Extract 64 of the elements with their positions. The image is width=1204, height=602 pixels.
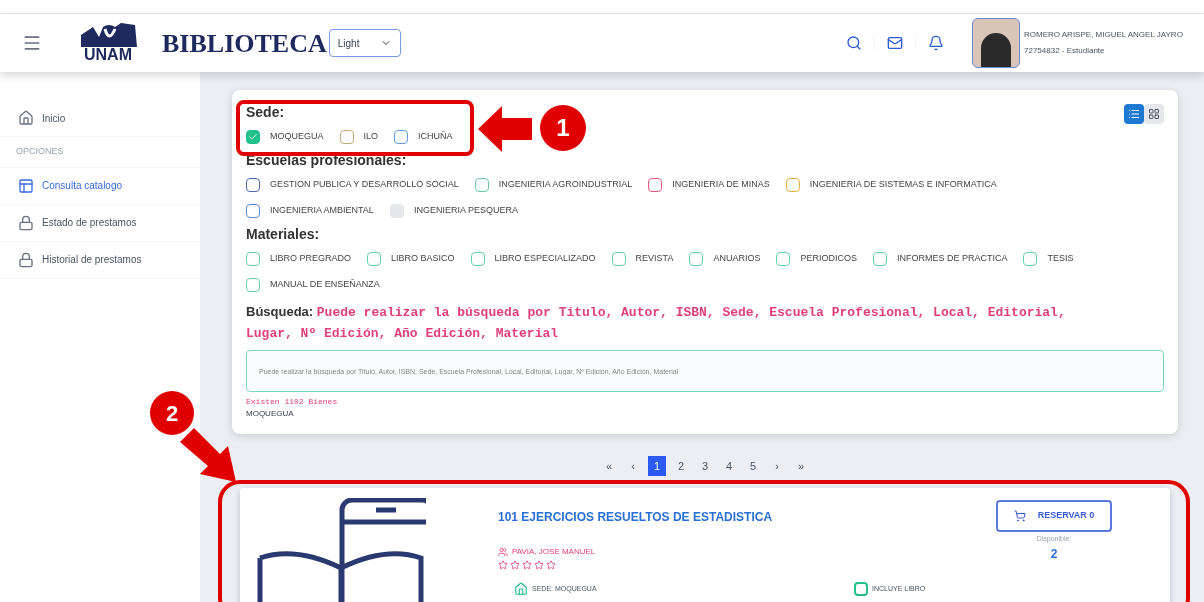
list-view-button[interactable] (1124, 104, 1144, 124)
filter-checkbox[interactable]: INGENIERIA AGROINDUSTRIAL (474, 172, 633, 198)
star-icon (546, 560, 556, 570)
filter-checkbox[interactable]: ANUARIOS (689, 246, 761, 272)
filter-checkbox[interactable]: INFORMES DE PRACTICA (872, 246, 1008, 272)
page-link[interactable]: 1 (648, 456, 666, 476)
page-link[interactable]: 2 (672, 456, 690, 476)
lock-icon (18, 214, 34, 231)
page-link[interactable]: » (792, 456, 810, 476)
filter-heading: Escuelas profesionales: (246, 151, 407, 170)
filter-checkbox[interactable]: INGENIERIA DE MINAS (648, 172, 770, 198)
filter-heading: Materiales: (246, 225, 320, 244)
filter-checkbox[interactable]: PERIODICOS (776, 246, 857, 272)
sede-label: MOQUEGUA (246, 408, 295, 420)
book-tablet-icon (256, 498, 426, 602)
logo-icon (79, 23, 137, 47)
star-icon (522, 560, 532, 570)
available-count: 2 (1050, 545, 1058, 563)
search-hint: Búsqueda: Puede realizar la búsqueda por Titulo, Autor, ISBN, Sede, Escuela Profesional, Local, Editorial, Lugar, Nº Edición, Año Edición, Material (246, 303, 1067, 343)
filter-checkbox[interactable]: MANUAL DE ENSEÑANZA (246, 272, 380, 298)
filter-checkbox[interactable]: INGENIERIA PESQUERA (389, 198, 518, 224)
filter-checkbox[interactable]: MOQUEGUA (246, 124, 324, 150)
author-icon (498, 547, 508, 557)
grid-view-button[interactable] (1144, 104, 1164, 124)
table-icon (18, 177, 34, 194)
user-detail: 72754832 - Estudiante (1024, 45, 1106, 57)
page-link[interactable]: ‹ (624, 456, 642, 476)
filter-checkbox[interactable]: INGENIERIA DE SISTEMAS E INFORMATICA (785, 172, 997, 198)
cart-icon (1013, 510, 1026, 522)
grid-icon (1148, 108, 1160, 120)
page-link[interactable]: 4 (720, 456, 738, 476)
reserve-button[interactable]: RESERVAR 0 (996, 500, 1112, 532)
star-icon (498, 560, 508, 570)
filter-checkbox[interactable]: LIBRO BASICO (367, 246, 455, 272)
lock-icon (18, 251, 34, 268)
filter-heading: Sede: (246, 103, 285, 122)
menu-icon[interactable] (22, 33, 42, 53)
filter-checkbox[interactable]: LIBRO PREGRADO (246, 246, 352, 272)
home-icon (514, 582, 528, 596)
page-link[interactable]: › (768, 456, 786, 476)
page-link[interactable]: 5 (744, 456, 762, 476)
filter-checkbox[interactable]: REVISTA (611, 246, 674, 272)
page-link[interactable]: « (600, 456, 618, 476)
star-icon (510, 560, 520, 570)
user-name: ROMERO ARISPE, MIGUEL ANGEL JAYRO (1024, 29, 1184, 41)
book-title[interactable]: 101 EJERCICIOS RESUELTOS DE ESTADISTICA (498, 508, 926, 526)
filter-checkbox[interactable]: TESIS (1023, 246, 1074, 272)
arrow-icon (478, 106, 532, 152)
star-icon (534, 560, 544, 570)
filter-checkbox[interactable]: INGENIERIA AMBIENTAL (246, 198, 374, 224)
avatar-photo (972, 18, 1020, 68)
arrow-icon (180, 428, 236, 482)
filter-checkbox[interactable]: ICHUÑA (394, 124, 453, 150)
result-count: Existen 1102 Bienes (246, 396, 339, 408)
list-icon (1128, 108, 1140, 120)
filter-checkbox[interactable]: LIBRO ESPECIALIZADO (470, 246, 596, 272)
logo-text: UNAM (84, 47, 132, 63)
filter-checkbox[interactable]: GESTION PUBLICA Y DESARROLLO SOCIAL (246, 172, 459, 198)
author-name: PAVIA, JOSE MANUEL (512, 546, 596, 558)
page-link[interactable]: 3 (696, 456, 714, 476)
filter-checkbox[interactable]: ILO (339, 124, 379, 150)
theme-select[interactable]: Light (328, 29, 401, 57)
home-icon (18, 110, 34, 126)
app-title: BIBLIOTECA (162, 27, 327, 60)
